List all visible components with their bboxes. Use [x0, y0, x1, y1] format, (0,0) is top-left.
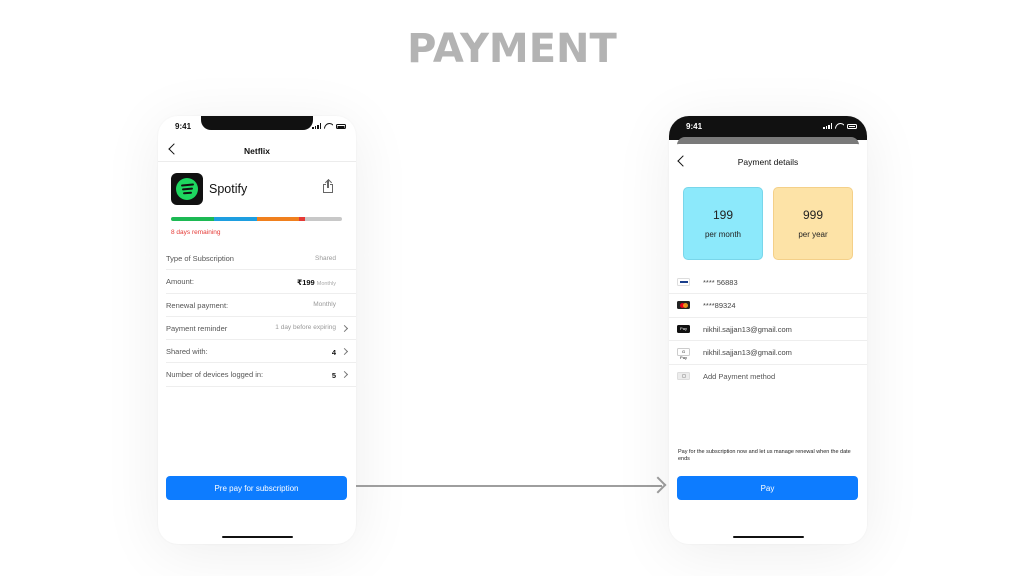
- google-pay-icon: G Pay: [677, 348, 690, 360]
- battery-icon: [336, 123, 346, 129]
- phone-notch: [201, 116, 313, 130]
- detail-label: Amount:: [166, 277, 194, 287]
- detail-label: Type of Subscription: [166, 254, 234, 263]
- app-name: Spotify: [209, 182, 248, 196]
- detail-row-type: Type of Subscription Shared: [166, 247, 356, 271]
- payment-method-text: **** 56883: [703, 278, 738, 287]
- progress-segment: [171, 217, 214, 221]
- detail-label: Number of devices logged in:: [166, 370, 264, 380]
- progress-segment: [256, 217, 300, 221]
- apple-pay-icon: Pay: [677, 324, 690, 333]
- payment-method-text: Add Payment method: [703, 371, 776, 381]
- payment-note: Pay for the subscription now and let us …: [678, 449, 851, 462]
- payment-method-text: nikhil.sajjan13@gmail.com: [703, 324, 792, 334]
- detail-value: 1 day before expiring: [275, 324, 336, 332]
- nav-header: Netflix: [158, 140, 356, 162]
- subscription-progress-bar: [171, 217, 342, 221]
- detail-row-renewal: Renewal payment: Monthly: [166, 294, 356, 317]
- detail-label: Renewal payment:: [166, 300, 229, 310]
- payment-method-row[interactable]: G Pay nikhil.sajjan13@gmail.com: [669, 341, 867, 365]
- status-time: 9:41: [686, 122, 703, 131]
- subscription-detail-list: Type of Subscription Shared Amount: ₹199…: [166, 247, 356, 387]
- plan-card-monthly[interactable]: 199 per month: [683, 187, 763, 260]
- prepay-button[interactable]: Pre pay for subscription: [166, 476, 347, 500]
- wifi-icon: [324, 123, 333, 129]
- payment-details-phone: 9:41 Payment details 199 per month 999 p…: [669, 116, 867, 544]
- chevron-right-icon: [340, 348, 349, 356]
- nav-title: Netflix: [244, 146, 270, 156]
- page-title: PAYMENT: [407, 26, 617, 72]
- detail-value: 5: [331, 370, 336, 380]
- status-time: 9:41: [175, 122, 192, 131]
- payment-method-text: ****89324: [703, 301, 736, 311]
- flow-arrow-line: [356, 485, 662, 487]
- cellular-signal-icon: [312, 123, 321, 129]
- pay-button[interactable]: Pay: [677, 476, 858, 500]
- payment-method-row[interactable]: ****89324: [669, 294, 867, 318]
- detail-row-reminder[interactable]: Payment reminder 1 day before expiring: [166, 317, 356, 341]
- nav-header: Payment details: [669, 151, 867, 173]
- amount-period: Monthly: [316, 280, 336, 287]
- mastercard-icon: [677, 301, 690, 310]
- share-icon[interactable]: [322, 178, 334, 193]
- plan-price: 999: [802, 208, 824, 222]
- wifi-icon: [835, 123, 844, 129]
- add-card-icon: [677, 371, 690, 380]
- detail-row-amount: Amount: ₹199 Monthly: [166, 270, 356, 294]
- visa-card-icon: [677, 278, 690, 286]
- add-payment-method-row[interactable]: Add Payment method: [669, 365, 867, 388]
- spotify-logo-icon: [171, 173, 203, 205]
- payment-method-row[interactable]: Pay nikhil.sajjan13@gmail.com: [669, 318, 867, 342]
- cellular-signal-icon: [823, 123, 832, 129]
- detail-value: 4: [331, 347, 336, 357]
- detail-label: Shared with:: [166, 347, 208, 357]
- progress-segment: [213, 217, 257, 221]
- subscription-details-phone: 9:41 Netflix Spotify 8 days remaining Ty…: [158, 116, 356, 544]
- plan-price: 199: [712, 208, 734, 222]
- home-indicator: [733, 535, 804, 538]
- status-icons: [312, 123, 346, 129]
- battery-icon: [847, 123, 857, 129]
- amount-value: ₹199: [297, 277, 315, 287]
- plan-period: per year: [798, 230, 828, 239]
- progress-segment: [305, 217, 342, 221]
- detail-row-devices[interactable]: Number of devices logged in: 5: [166, 363, 356, 387]
- home-indicator: [222, 535, 293, 538]
- status-icons: [823, 123, 857, 129]
- payment-method-text: nikhil.sajjan13@gmail.com: [703, 348, 792, 358]
- detail-value: Monthly: [313, 301, 336, 309]
- plan-card-yearly[interactable]: 999 per year: [773, 187, 853, 260]
- arrow-right-icon: [649, 476, 667, 494]
- payment-method-row[interactable]: **** 56883: [669, 271, 867, 295]
- detail-value: Shared: [315, 254, 336, 262]
- payment-method-list: **** 56883 ****89324 Pay nikhil.sajjan13…: [669, 271, 867, 388]
- detail-label: Payment reminder: [166, 323, 228, 333]
- detail-row-shared-with[interactable]: Shared with: 4: [166, 340, 356, 364]
- chevron-right-icon: [340, 371, 349, 379]
- app-header: Spotify: [171, 173, 346, 205]
- plan-period: per month: [704, 230, 742, 239]
- days-remaining-text: 8 days remaining: [171, 229, 221, 236]
- nav-title: Payment details: [737, 157, 799, 167]
- detail-value: ₹199 Monthly: [297, 278, 336, 287]
- chevron-right-icon: [340, 324, 349, 332]
